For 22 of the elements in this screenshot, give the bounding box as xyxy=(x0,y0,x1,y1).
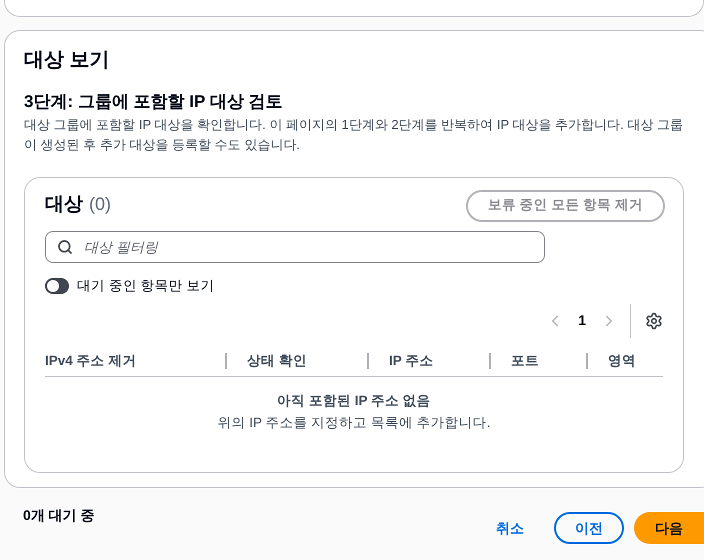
column-header: IP 주소 xyxy=(389,352,434,370)
toggle-label: 대기 중인 항목만 보기 xyxy=(77,276,214,294)
empty-title: 아직 포함된 IP 주소 없음 xyxy=(277,392,431,410)
settings-icon[interactable] xyxy=(645,312,663,330)
panel-title: 대상 xyxy=(45,193,83,218)
page-number[interactable]: 1 xyxy=(574,310,590,332)
next-button[interactable]: 다음 xyxy=(634,512,704,544)
step-title: 3단계: 그룹에 포함할 IP 대상 검토 xyxy=(24,91,284,113)
search-icon xyxy=(57,238,73,254)
pending-count: 0개 대기 중 xyxy=(23,506,95,525)
column-header: IPv4 주소 제거 xyxy=(45,352,136,370)
empty-message: 위의 IP 주소를 지정하고 목록에 추가합니다. xyxy=(217,414,490,432)
filter-field[interactable]: 대상 필터링 xyxy=(45,230,545,262)
previous-button[interactable]: 이전 xyxy=(554,512,624,544)
cancel-button[interactable]: 취소 xyxy=(476,512,544,544)
column-header: 포트 xyxy=(511,352,539,370)
description: 대상 그룹에 포함할 IP 대상을 확인합니다. 이 페이지의 1단계와 2단계를 반복하여 IP 대상을 추가합니다. 대상 그룹이 생성된 후 추가 대상을 등록할 수도 있습니다. xyxy=(24,116,684,154)
column-header: 상태 확인 xyxy=(247,352,307,370)
section-title: 대상 보기 xyxy=(24,48,111,73)
target-count: (0) xyxy=(89,193,111,216)
column-header: 영역 xyxy=(608,352,636,370)
toggle-switch[interactable] xyxy=(45,278,69,294)
